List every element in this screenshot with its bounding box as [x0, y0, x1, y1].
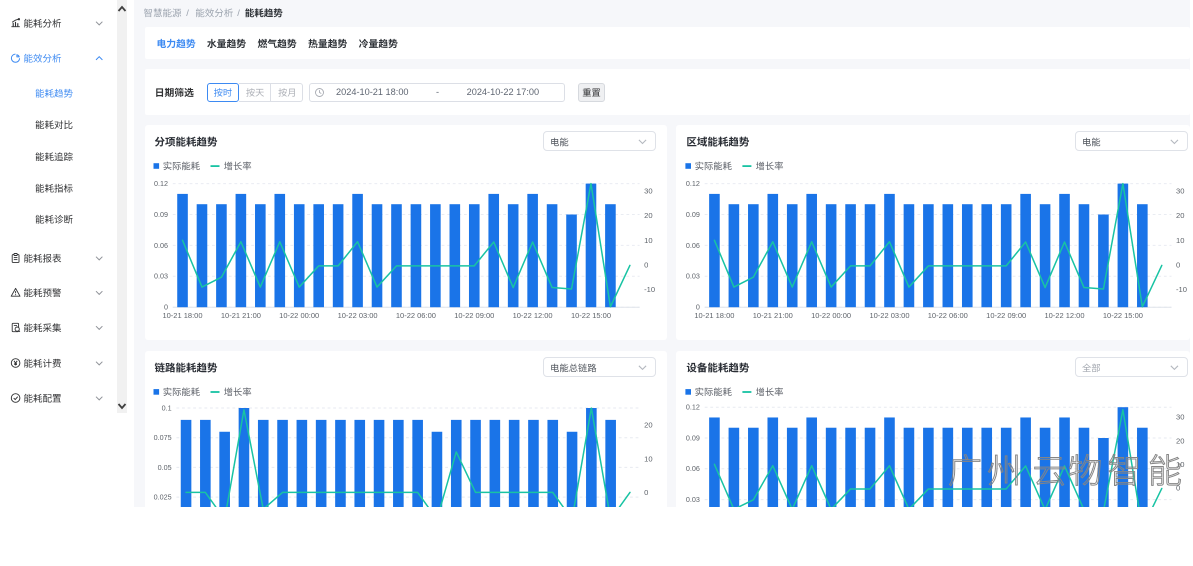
svg-text:30: 30	[644, 187, 652, 196]
svg-text:10: 10	[1176, 236, 1184, 245]
svg-text:10: 10	[644, 454, 652, 463]
svg-text:0.06: 0.06	[686, 464, 700, 473]
svg-text:10-22 00:00: 10-22 00:00	[811, 311, 851, 320]
svg-text:0.12: 0.12	[154, 179, 168, 188]
svg-text:10-22 12:00: 10-22 12:00	[513, 311, 553, 320]
svg-text:0.09: 0.09	[686, 210, 700, 219]
svg-text:10-22 03:00: 10-22 03:00	[338, 311, 378, 320]
svg-text:10-21 21:00: 10-21 21:00	[753, 311, 793, 320]
svg-text:0.06: 0.06	[686, 241, 700, 250]
svg-text:10-22 03:00: 10-22 03:00	[869, 311, 909, 320]
svg-text:-10: -10	[1176, 285, 1187, 294]
svg-text:10-21 18:00: 10-21 18:00	[694, 311, 734, 320]
svg-text:0.12: 0.12	[686, 403, 700, 412]
svg-text:20: 20	[644, 211, 652, 220]
svg-text:10: 10	[644, 236, 652, 245]
svg-text:10-22 00:00: 10-22 00:00	[279, 311, 319, 320]
svg-text:0.09: 0.09	[154, 210, 168, 219]
svg-text:-10: -10	[644, 285, 655, 294]
svg-text:10-21 18:00: 10-21 18:00	[162, 311, 202, 320]
svg-text:10-22 15:00: 10-22 15:00	[571, 311, 611, 320]
svg-text:0: 0	[1176, 261, 1180, 270]
svg-text:10-21 21:00: 10-21 21:00	[221, 311, 261, 320]
svg-text:0.1: 0.1	[162, 403, 172, 412]
svg-text:10-22 06:00: 10-22 06:00	[928, 311, 968, 320]
svg-text:0.03: 0.03	[686, 272, 700, 281]
svg-text:30: 30	[1176, 413, 1184, 422]
svg-text:20: 20	[644, 421, 652, 430]
svg-text:/: /	[237, 8, 240, 19]
svg-text:0.12: 0.12	[686, 179, 700, 188]
svg-text:0.06: 0.06	[154, 241, 168, 250]
svg-text:10-22 06:00: 10-22 06:00	[396, 311, 436, 320]
svg-text:10-22 12:00: 10-22 12:00	[1044, 311, 1084, 320]
svg-text:0.03: 0.03	[686, 495, 700, 504]
svg-text:10-22 15:00: 10-22 15:00	[1103, 311, 1143, 320]
svg-text:0: 0	[644, 488, 648, 497]
svg-text:/: /	[186, 8, 189, 19]
svg-text:0.025: 0.025	[154, 493, 172, 502]
svg-text:0.05: 0.05	[158, 463, 172, 472]
svg-text:20: 20	[1176, 211, 1184, 220]
svg-text:30: 30	[1176, 187, 1184, 196]
svg-text:10-22 09:00: 10-22 09:00	[454, 311, 494, 320]
svg-text:0: 0	[644, 261, 648, 270]
svg-text:20: 20	[1176, 436, 1184, 445]
svg-text:0.075: 0.075	[154, 433, 172, 442]
svg-text:0.03: 0.03	[154, 272, 168, 281]
svg-text:10-22 09:00: 10-22 09:00	[986, 311, 1026, 320]
svg-text:0.09: 0.09	[686, 433, 700, 442]
